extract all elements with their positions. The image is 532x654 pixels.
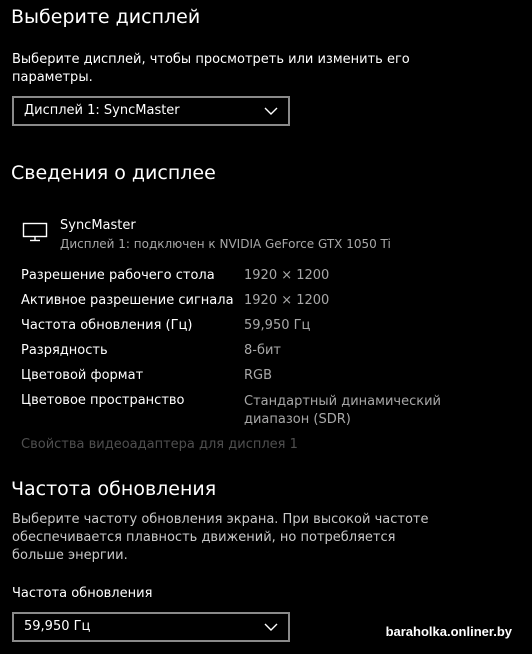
refresh-rate-dropdown-value: 59,950 Гц [24,619,91,634]
info-label-desktop-resolution: Разрешение рабочего стола [21,268,215,283]
info-label-color-format: Цветовой формат [21,368,144,383]
refresh-rate-title: Частота обновления [11,478,217,500]
info-value-color-format: RGB [244,368,273,383]
chevron-down-icon [264,107,278,115]
info-value-refresh-rate: 59,950 Гц [244,318,311,333]
info-label-refresh-rate: Частота обновления (Гц) [21,318,193,333]
info-value-color-space: Стандартный динамический диапазон (SDR) [244,394,441,427]
display-dropdown-value: Дисплей 1: SyncMaster [24,103,180,118]
monitor-icon [22,222,48,242]
display-settings-page: Выберите дисплей Выберите дисплей, чтобы… [0,0,532,654]
monitor-subtitle: Дисплей 1: подключен к NVIDIA GeForce GT… [60,237,391,251]
chevron-down-icon [264,623,278,631]
info-label-color-space: Цветовое пространство [21,393,185,408]
refresh-rate-description: Выберите частоту обновления экрана. При … [12,512,429,563]
display-dropdown[interactable]: Дисплей 1: SyncMaster [12,96,290,126]
info-label-active-resolution: Активное разрешение сигнала [21,293,234,308]
watermark-text: baraholka.onliner.by [385,624,512,639]
select-display-title: Выберите дисплей [11,6,201,28]
info-label-bit-depth: Разрядность [21,343,108,358]
adapter-properties-link[interactable]: Свойства видеоадаптера для дисплея 1 [21,437,298,452]
monitor-name: SyncMaster [60,218,136,233]
info-value-active-resolution: 1920 × 1200 [244,293,330,308]
info-value-bit-depth: 8-бит [244,343,282,358]
refresh-rate-dropdown[interactable]: 59,950 Гц [12,612,290,642]
info-value-desktop-resolution: 1920 × 1200 [244,268,330,283]
select-display-description: Выберите дисплей, чтобы просмотреть или … [12,52,410,85]
display-info-title: Сведения о дисплее [11,162,216,184]
refresh-rate-field-label: Частота обновления [12,586,153,601]
